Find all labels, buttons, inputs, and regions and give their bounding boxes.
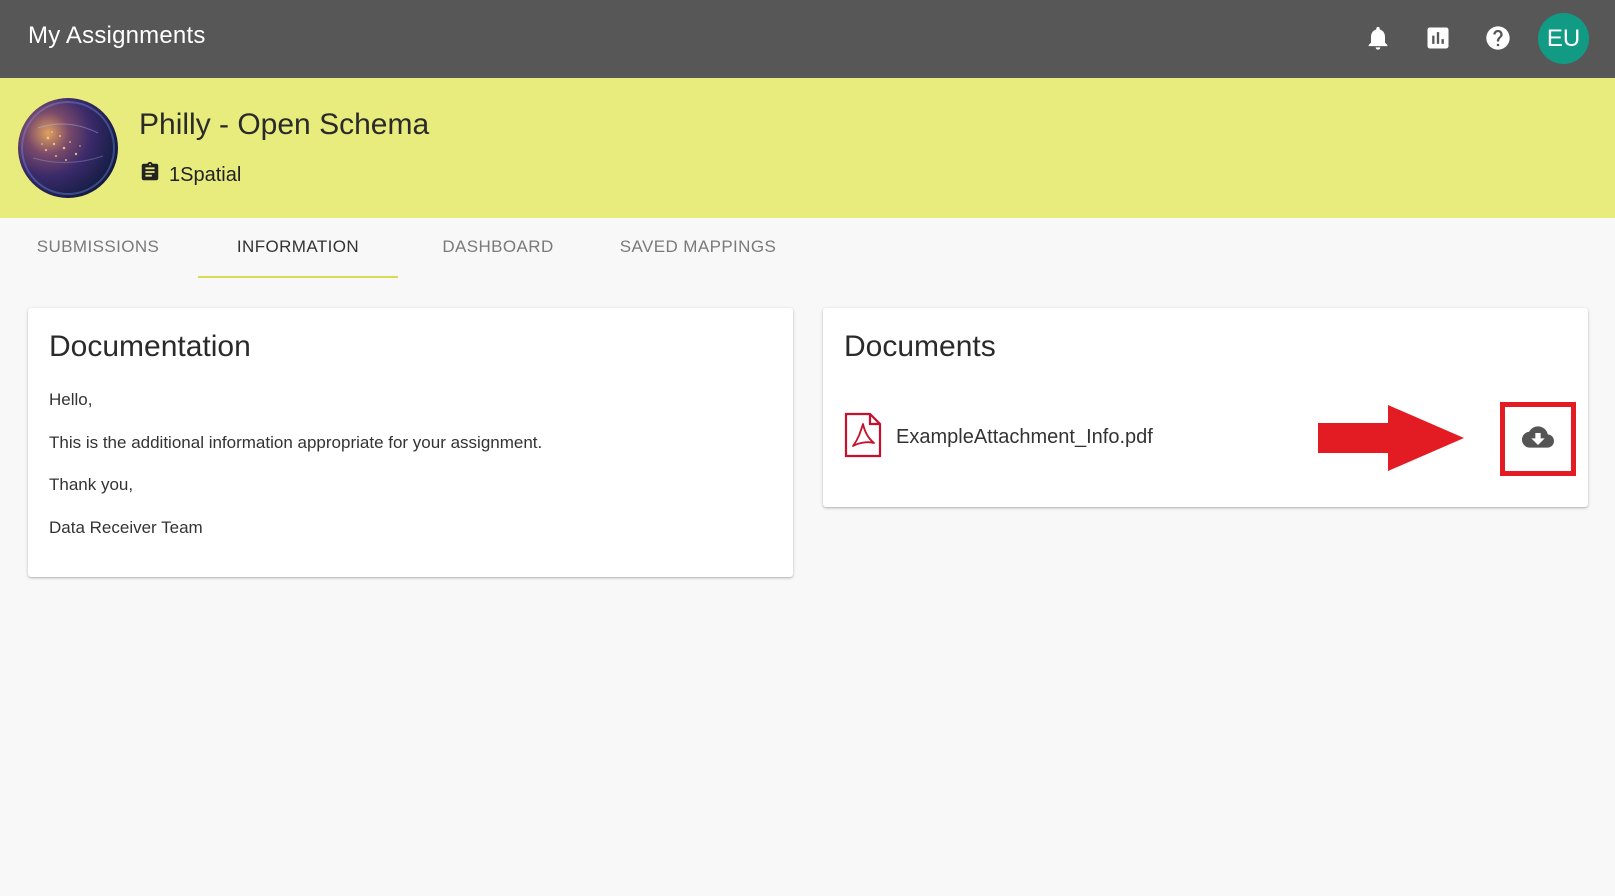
cloud-download-icon [1522,421,1554,458]
pdf-icon [844,412,882,463]
clipboard-icon [139,160,161,190]
bell-icon[interactable] [1364,24,1392,52]
organization-row: 1Spatial [139,160,241,190]
chart-icon[interactable] [1424,24,1452,52]
documents-card: Documents ExampleAttachment_Info.pdf [823,308,1588,507]
documents-title: Documents [844,330,996,363]
tab-dashboard[interactable]: DASHBOARD [398,218,598,276]
organization-name: 1Spatial [169,163,242,186]
tab-information[interactable]: INFORMATION [198,218,398,278]
top-app-bar: My Assignments EU [0,0,1615,78]
app-title: My Assignments [28,22,206,49]
tab-saved-mappings[interactable]: SAVED MAPPINGS [598,218,798,276]
documentation-paragraph: This is the additional information appro… [49,433,543,452]
red-arrow-annotation [1318,405,1464,471]
tab-bar: SUBMISSIONS INFORMATION DASHBOARD SAVED … [0,218,1615,278]
documentation-title: Documentation [49,330,251,363]
help-icon[interactable] [1484,24,1512,52]
file-name[interactable]: ExampleAttachment_Info.pdf [896,426,1153,449]
documentation-paragraph: Thank you, [49,475,134,494]
documentation-card: Documentation Hello, This is the additio… [28,308,793,577]
documentation-paragraph: Data Receiver Team [49,518,203,537]
download-button[interactable] [1518,420,1558,458]
documentation-paragraph: Hello, [49,390,93,409]
user-avatar[interactable]: EU [1538,13,1589,64]
tab-submissions[interactable]: SUBMISSIONS [0,218,196,276]
project-header: Philly - Open Schema 1Spatial [0,78,1615,218]
file-item[interactable]: ExampleAttachment_Info.pdf [844,412,1153,463]
project-globe-logo [18,98,118,198]
project-title: Philly - Open Schema [139,108,430,141]
